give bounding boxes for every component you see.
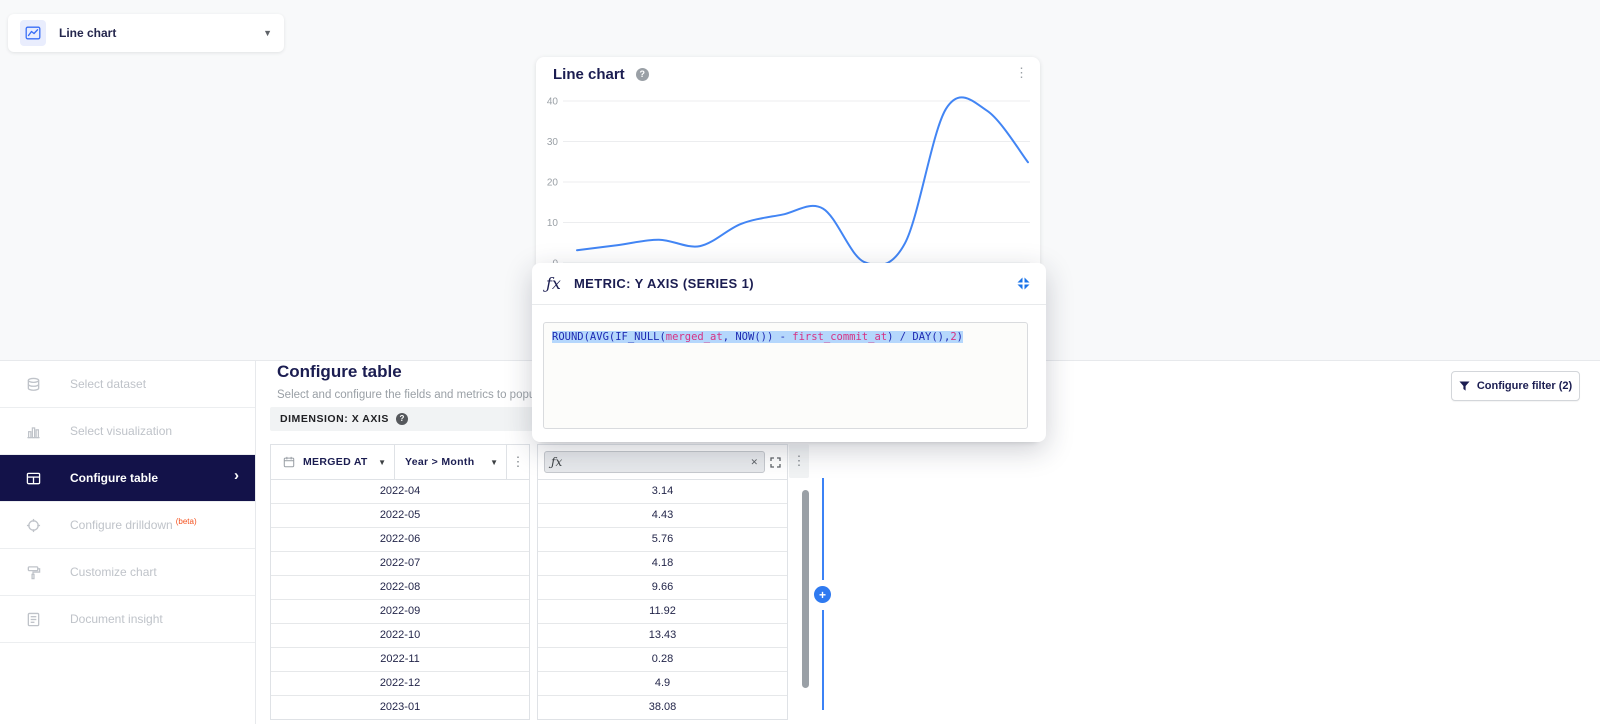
document-icon	[26, 612, 43, 627]
fx-icon: ƒx	[546, 274, 561, 293]
app-page: Line chart ▼ 010203040 Line chart ? ⋮ ƒx…	[0, 0, 1600, 724]
sidebar-item-label: Select dataset	[70, 377, 147, 391]
chart-type-label: Line chart	[59, 26, 117, 40]
table-row[interactable]: 2023-01	[271, 696, 529, 719]
granularity-label: Year > Month	[405, 456, 475, 468]
kebab-menu-icon[interactable]: ⋮	[1015, 65, 1028, 81]
table-row[interactable]: 4.43	[538, 504, 787, 528]
sidebar-item-select-visualization[interactable]: Select visualization	[0, 408, 255, 455]
dimension-table: MERGED AT ▼ Year > Month ▼ ⋮ 2022-04 2022…	[270, 444, 530, 720]
drilldown-icon	[26, 518, 43, 533]
formula-selected-text: ROUND(AVG(IF_NULL(merged_at, NOW()) - fi…	[552, 331, 963, 343]
line-chart-icon	[20, 20, 46, 46]
svg-text:20: 20	[547, 178, 559, 189]
table-row[interactable]: 5.76	[538, 528, 787, 552]
table-row[interactable]: 2022-09	[271, 600, 529, 624]
table-row[interactable]: 4.18	[538, 552, 787, 576]
bar-chart-icon	[26, 424, 43, 439]
table-row[interactable]: 3.14	[538, 480, 787, 504]
sidebar: Select dataset Select visualization Config…	[0, 361, 256, 724]
metric-column-menu[interactable]: ⋮	[789, 444, 809, 478]
svg-text:30: 30	[547, 137, 559, 148]
metric-rows: 3.14 4.43 5.76 4.18 9.66 11.92 13.43 0.28 4.9 38.…	[538, 480, 787, 719]
svg-text:10: 10	[547, 218, 559, 229]
metric-formula-input[interactable]: ƒx ✕	[544, 451, 765, 473]
table-row[interactable]: 2022-12	[271, 672, 529, 696]
configure-filter-button[interactable]: Configure filter (2)	[1451, 371, 1580, 401]
sidebar-item-customize-chart[interactable]: Customize chart	[0, 549, 255, 596]
sidebar-item-select-dataset[interactable]: Select dataset	[0, 361, 255, 408]
metric-formula-modal: ƒx METRIC: Y AXIS (SERIES 1) ROUND(AVG(I…	[532, 263, 1046, 442]
sidebar-item-label: Configure drilldown	[70, 518, 173, 532]
dimension-column-menu[interactable]: ⋮	[507, 445, 529, 479]
table-row[interactable]: 2022-04	[271, 480, 529, 504]
formula-editor[interactable]: ROUND(AVG(IF_NULL(merged_at, NOW()) - fi…	[543, 322, 1028, 429]
calendar-icon	[283, 456, 295, 468]
fx-placeholder: ƒx	[551, 455, 563, 469]
collapse-icon[interactable]	[1016, 276, 1031, 291]
dimension-field-dropdown[interactable]: MERGED AT ▼	[271, 445, 395, 479]
expand-icon[interactable]	[770, 456, 781, 468]
help-icon[interactable]: ?	[395, 413, 408, 425]
page-title: Configure table	[277, 362, 402, 381]
chart-title: Line chart	[553, 66, 625, 83]
sidebar-item-label: Document insight	[70, 612, 163, 626]
help-icon[interactable]: ?	[635, 68, 649, 81]
dimension-label: DIMENSION: X AXIS	[280, 413, 389, 425]
add-column-button[interactable]: +	[814, 586, 831, 603]
table-row[interactable]: 2022-10	[271, 624, 529, 648]
table-row[interactable]: 2022-06	[271, 528, 529, 552]
modal-title: METRIC: Y AXIS (SERIES 1)	[573, 276, 754, 291]
table-row[interactable]: 9.66	[538, 576, 787, 600]
beta-badge: (beta)	[175, 516, 197, 526]
kebab-menu-icon: ⋮	[792, 453, 806, 468]
add-column-guide-line	[822, 478, 824, 580]
table-icon	[26, 471, 43, 486]
table-row[interactable]: 13.43	[538, 624, 787, 648]
table-row[interactable]: 0.28	[538, 648, 787, 672]
metric-table: ƒx ✕ 3.14 4.43 5.76 4.18 9.66 11.92 13.43 0.28 4…	[537, 444, 788, 720]
paint-roller-icon	[26, 565, 43, 580]
table-row[interactable]: 2022-07	[271, 552, 529, 576]
table-row[interactable]: 2022-11	[271, 648, 529, 672]
page-subtitle: Select and configure the fields and metr…	[277, 389, 570, 401]
table-row[interactable]: 38.08	[538, 696, 787, 719]
svg-text:40: 40	[547, 97, 559, 108]
chevron-down-icon: ▼	[378, 457, 386, 467]
add-column-guide-line	[822, 610, 824, 710]
clear-icon[interactable]: ✕	[750, 457, 758, 468]
database-icon	[26, 377, 43, 392]
filter-button-label: Configure filter (2)	[1476, 380, 1573, 392]
vertical-scrollbar[interactable]	[802, 490, 809, 688]
kebab-menu-icon: ⋮	[511, 454, 525, 469]
sidebar-item-label: Select visualization	[70, 424, 173, 438]
sidebar-item-document-insight[interactable]: Document insight	[0, 596, 255, 643]
sidebar-item-label: Configure table	[70, 471, 159, 485]
chevron-down-icon: ▼	[490, 457, 498, 467]
sidebar-item-configure-table[interactable]: Configure table ›	[0, 455, 255, 502]
table-row[interactable]: 11.92	[538, 600, 787, 624]
chevron-down-icon: ▼	[263, 28, 272, 38]
chart-type-selector[interactable]: Line chart ▼	[8, 14, 284, 52]
sidebar-item-configure-drilldown[interactable]: Configure drilldown (beta)	[0, 502, 255, 549]
filter-icon	[1459, 380, 1470, 392]
dimension-rows: 2022-04 2022-05 2022-06 2022-07 2022-08 2022-…	[271, 480, 529, 719]
dimension-field-label: MERGED AT	[303, 456, 368, 468]
sidebar-item-label: Customize chart	[70, 565, 157, 579]
granularity-dropdown[interactable]: Year > Month ▼	[395, 445, 507, 479]
table-row[interactable]: 2022-05	[271, 504, 529, 528]
table-row[interactable]: 2022-08	[271, 576, 529, 600]
table-row[interactable]: 4.9	[538, 672, 787, 696]
chevron-right-icon: ›	[234, 467, 239, 484]
